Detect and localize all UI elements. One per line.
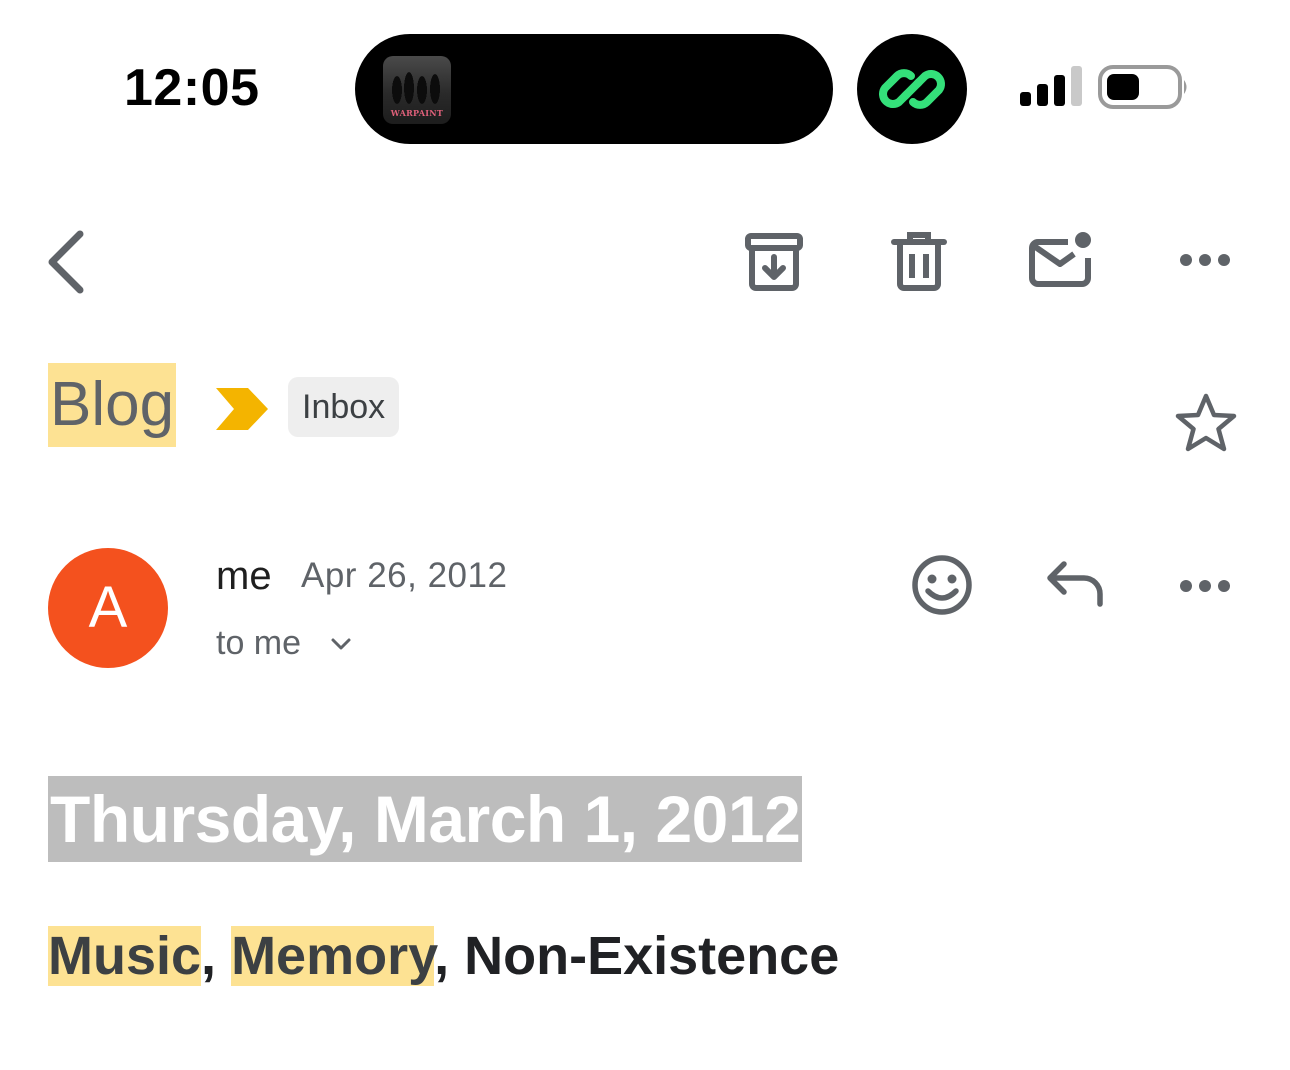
email-subject: Blog — [48, 363, 177, 447]
sender-name[interactable]: me — [216, 553, 272, 599]
now-playing-album-art[interactable]: WARPAINT — [383, 56, 451, 124]
recipients-summary[interactable]: to me — [216, 622, 301, 664]
reply-button[interactable] — [1044, 560, 1106, 608]
title-separator: , — [434, 926, 465, 986]
star-button[interactable] — [1174, 392, 1238, 454]
highlight-memory: Memory — [231, 926, 435, 986]
highlight-music: Music — [48, 926, 202, 986]
sent-date: Apr 26, 2012 — [301, 556, 508, 595]
link-chain-icon[interactable] — [857, 34, 967, 144]
delete-button[interactable] — [890, 232, 948, 292]
message-more-options-button[interactable] — [1178, 574, 1232, 598]
body-post-title: Music, Memory, Non-Existence — [48, 920, 839, 992]
more-options-button[interactable] — [1178, 248, 1232, 272]
add-reaction-button[interactable] — [910, 553, 974, 617]
cellular-signal-icon — [1020, 66, 1082, 106]
email-screen: 12:05 WARPAINT Blog Inbox A me Apr 26, 2… — [0, 0, 1290, 1070]
album-art-text: WARPAINT — [390, 108, 444, 118]
dynamic-island[interactable]: WARPAINT — [355, 34, 833, 144]
back-button[interactable] — [40, 228, 100, 298]
mark-unread-button[interactable] — [1028, 230, 1096, 290]
battery-icon — [1098, 65, 1187, 109]
body-date-heading: Thursday, March 1, 2012 — [48, 776, 803, 862]
title-non-existence: Non-Existence — [464, 926, 840, 986]
importance-marker-icon[interactable] — [216, 388, 268, 430]
sender-avatar[interactable]: A — [48, 548, 168, 668]
status-time: 12:05 — [124, 59, 260, 117]
archive-button[interactable] — [744, 232, 804, 292]
chevron-down-icon[interactable] — [330, 636, 352, 652]
inbox-label-chip[interactable]: Inbox — [288, 377, 400, 437]
title-separator: , — [201, 926, 232, 986]
